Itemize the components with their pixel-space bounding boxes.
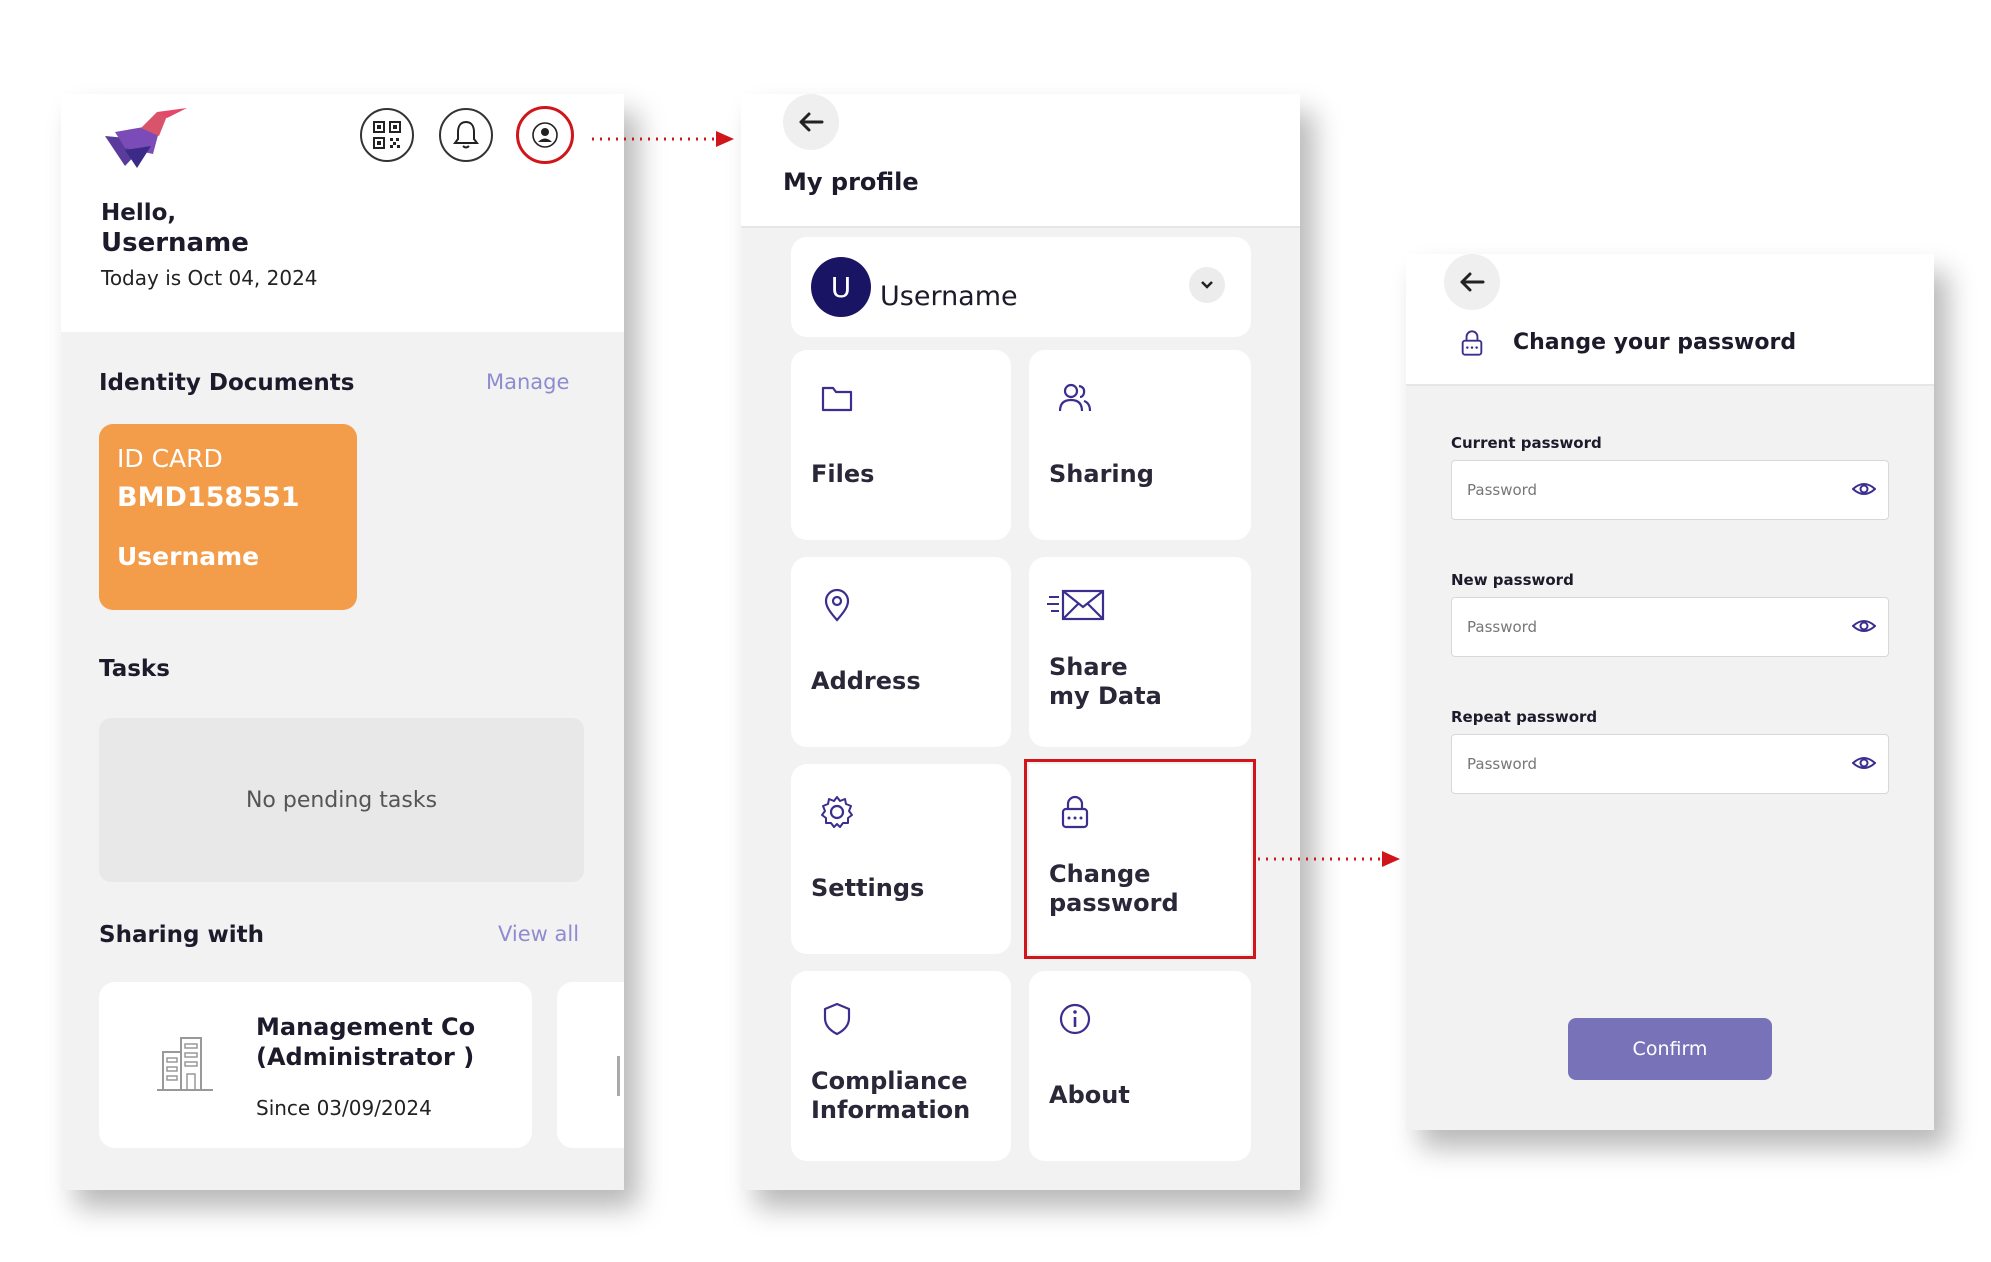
manage-link[interactable]: Manage [486,370,569,394]
current-password-label: Current password [1451,434,1602,452]
bell-icon [453,120,479,149]
tasks-title: Tasks [99,656,170,682]
current-password-placeholder: Password [1467,481,1538,499]
confirm-button[interactable]: Confirm [1568,1018,1772,1080]
building-icon [157,1037,213,1091]
date-text: Today is Oct 04, 2024 [101,266,318,290]
tasks-empty-text: No pending tasks [245,787,438,813]
arrow-left-icon [799,112,824,132]
tile-label: About [1049,1081,1130,1109]
tile-settings[interactable]: Settings [791,764,1011,954]
view-all-link[interactable]: View all [498,922,579,946]
identity-documents-title: Identity Documents [99,370,355,396]
sharing-card-partial[interactable] [557,982,624,1148]
eye-icon[interactable] [1852,616,1876,636]
home-screen: Hello, Username Today is Oct 04, 2024 Id… [61,94,624,1190]
avatar: U [811,257,871,317]
sharing-name: Management Co (Administrator ) [256,1013,476,1071]
folder-icon [821,386,853,412]
qr-code-button[interactable] [360,108,414,162]
flow-arrow-2 [1258,851,1400,867]
back-button[interactable] [783,94,839,150]
new-password-label: New password [1451,571,1574,589]
envelope-icon [1047,589,1105,621]
hummingbird-logo [105,108,187,168]
sharing-card[interactable]: Management Co (Administrator ) Since 03/… [99,982,532,1148]
tile-files[interactable]: Files [791,350,1011,540]
eye-icon[interactable] [1852,753,1876,773]
profile-title: My profile [783,168,919,196]
info-icon [1059,1003,1091,1035]
gear-icon [821,796,853,828]
id-card-holder: Username [117,542,260,571]
tile-label: Sharing [1049,460,1154,488]
tile-address[interactable]: Address [791,557,1011,747]
lock-icon [1461,330,1483,356]
tile-label: Change password [1049,860,1179,917]
id-card-number: BMD158551 [117,482,300,513]
flow-arrow-1 [592,131,734,147]
repeat-password-label: Repeat password [1451,708,1598,726]
tasks-panel: No pending tasks [99,718,584,882]
account-selector[interactable]: U Username [791,237,1251,337]
current-password-field[interactable]: Password [1451,460,1889,520]
building-icon [617,1056,620,1096]
tile-label: Share my Data [1049,653,1162,710]
tile-label: Files [811,460,875,488]
notifications-button[interactable] [439,108,493,162]
qr-code-icon [373,121,401,149]
chevron-down-icon[interactable] [1189,267,1225,303]
new-password-field[interactable]: Password [1451,597,1889,657]
eye-icon[interactable] [1852,479,1876,499]
repeat-password-field[interactable]: Password [1451,734,1889,794]
change-password-screen: Change your password Current password Pa… [1406,254,1934,1130]
tile-label: Address [811,667,921,695]
new-password-placeholder: Password [1467,618,1538,636]
id-card[interactable]: ID CARD BMD158551 Username [99,424,357,610]
tile-change-password[interactable]: Change password [1024,759,1256,959]
greeting: Hello, [101,200,177,226]
profile-button[interactable] [516,106,574,164]
tile-label: Compliance Information [811,1067,971,1124]
tile-label: Settings [811,874,925,902]
repeat-password-placeholder: Password [1467,755,1538,773]
tile-share-my-data[interactable]: Share my Data [1029,557,1251,747]
lock-icon [1061,795,1089,829]
profile-screen: My profile U Username Files Sharing Addr… [741,94,1300,1190]
shield-icon [823,1002,851,1036]
user-icon [532,122,558,148]
arrow-left-icon [1460,272,1485,292]
sharing-since: Since 03/09/2024 [256,1096,432,1120]
tile-compliance-information[interactable]: Compliance Information [791,971,1011,1161]
account-username: Username [880,281,1018,312]
tile-sharing[interactable]: Sharing [1029,350,1251,540]
users-icon [1058,383,1092,412]
tile-about[interactable]: About [1029,971,1251,1161]
sharing-with-title: Sharing with [99,922,265,948]
location-pin-icon [824,588,850,622]
id-card-type: ID CARD [117,444,223,473]
back-button[interactable] [1444,254,1500,310]
home-username: Username [101,228,249,258]
change-password-title: Change your password [1513,330,1797,355]
